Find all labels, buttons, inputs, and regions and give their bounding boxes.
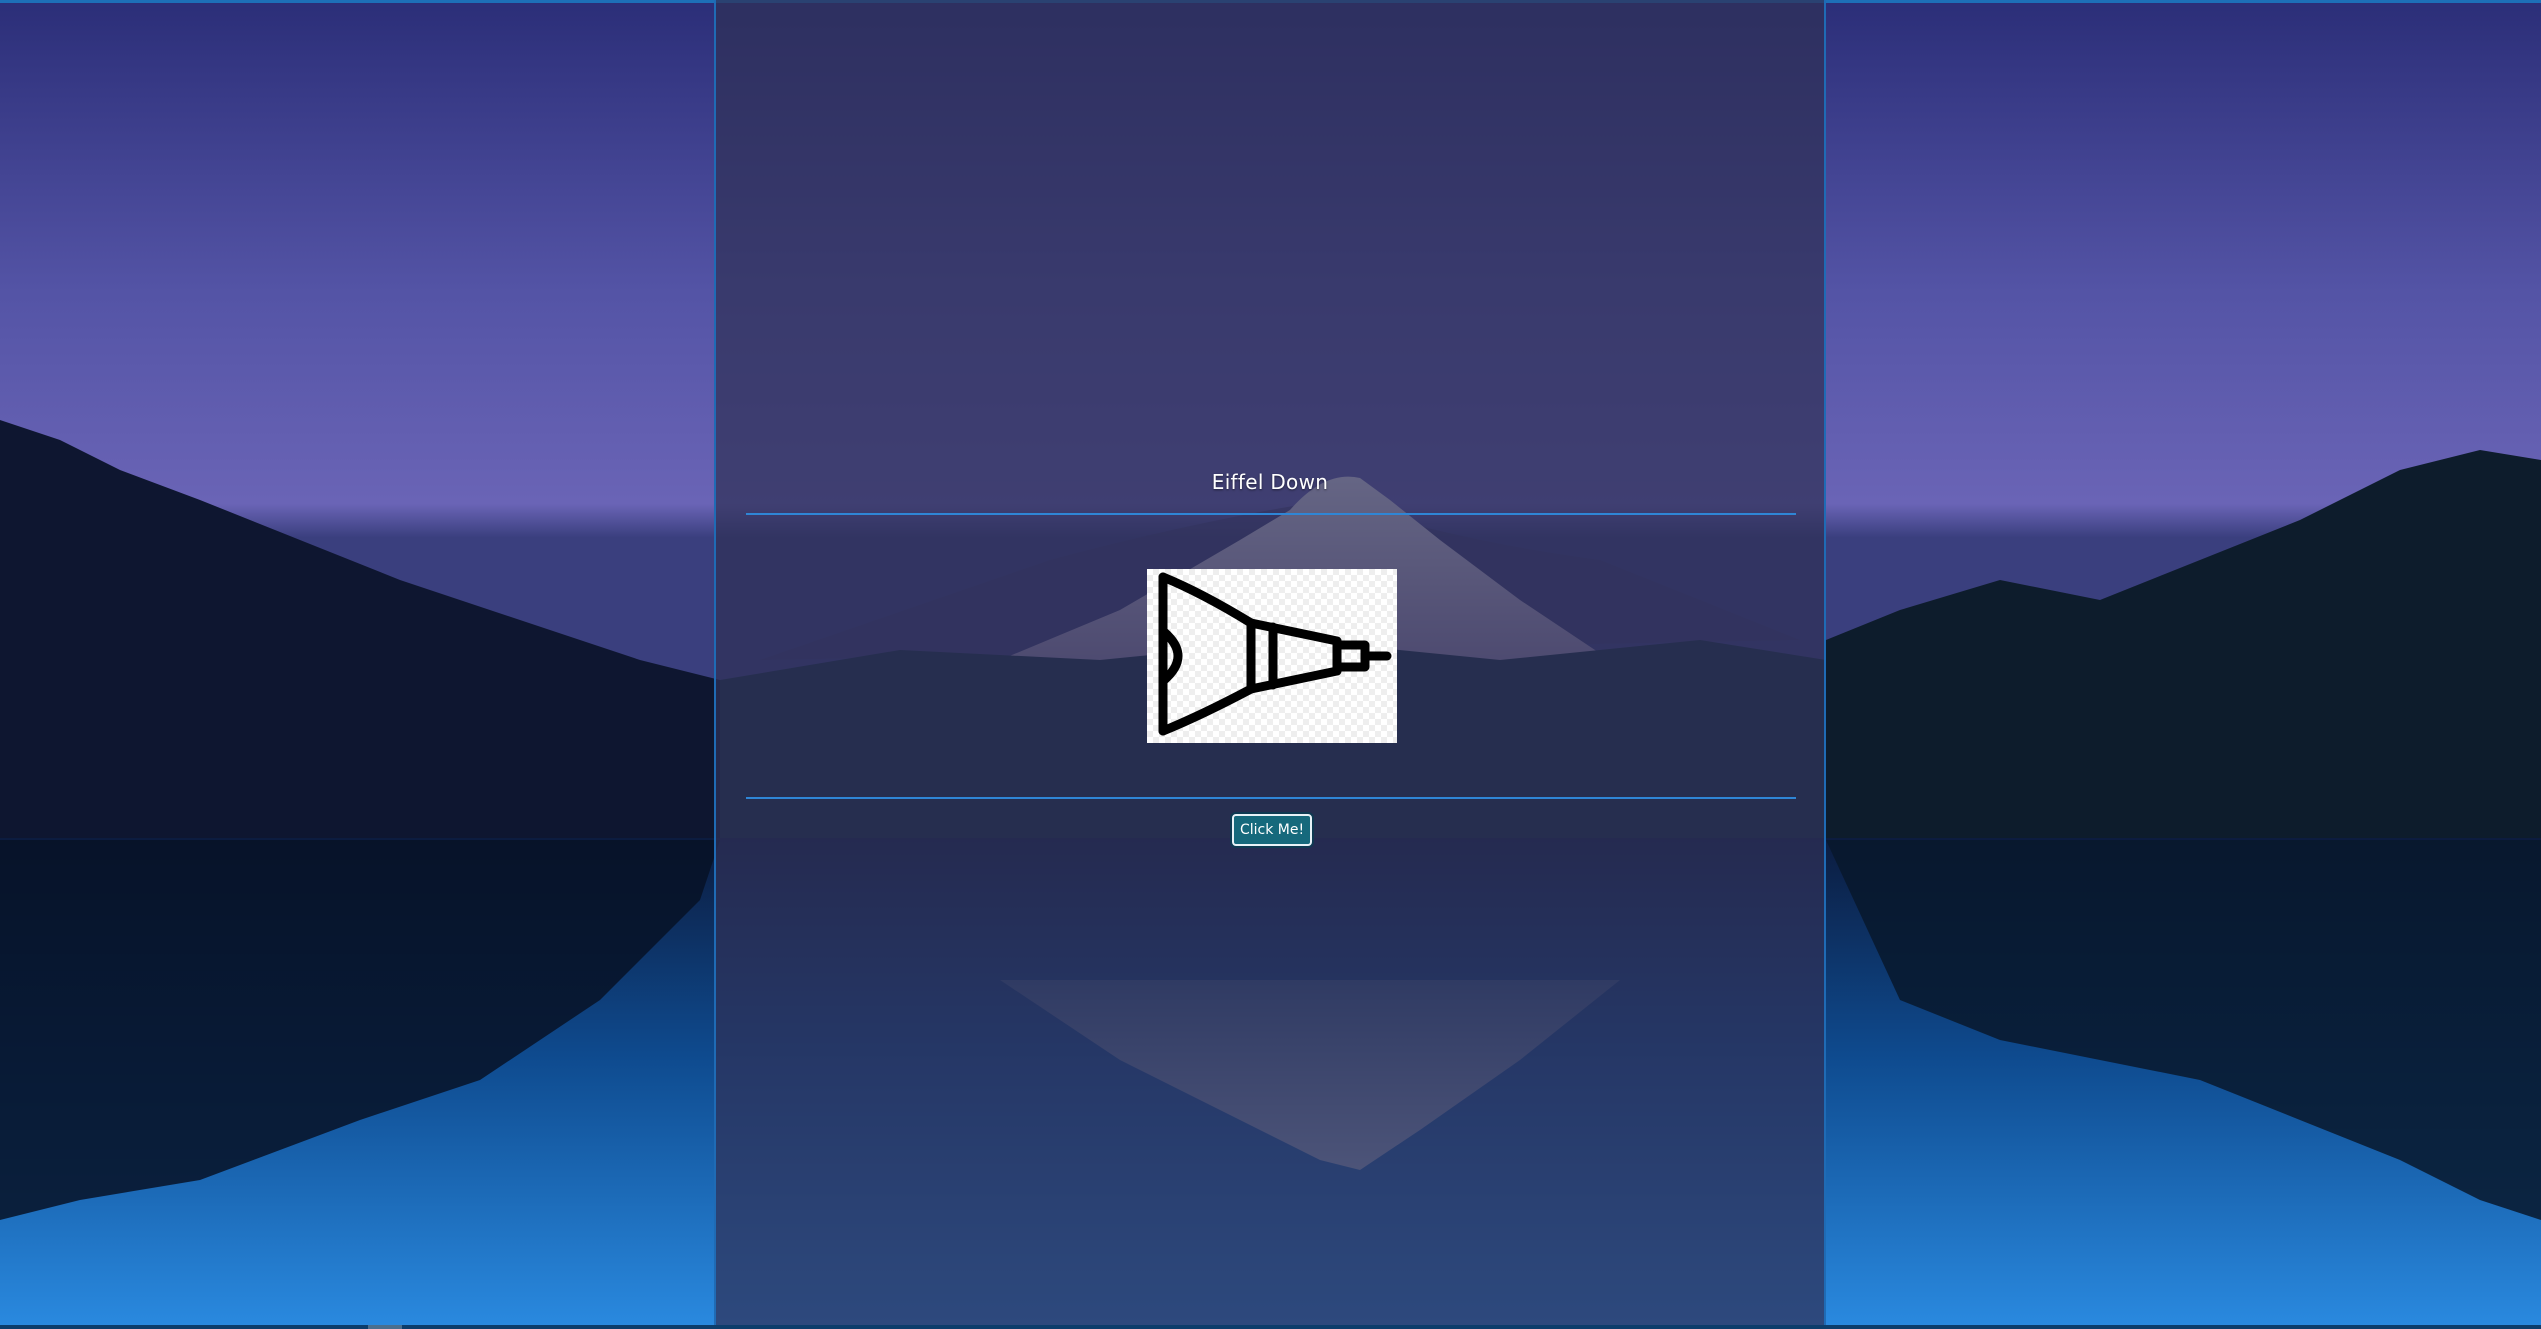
eiffel-image — [1147, 569, 1397, 743]
eiffel-tower-icon — [1158, 572, 1392, 736]
top-divider — [746, 513, 1796, 515]
bottom-line-marker — [368, 1325, 402, 1329]
page-title: Eiffel Down — [1211, 470, 1329, 494]
bottom-accent-line — [0, 1325, 2541, 1329]
content-panel: Eiffel Down Click Me! — [714, 0, 1826, 1325]
click-me-button[interactable]: Click Me! — [1232, 814, 1312, 846]
bottom-divider — [746, 797, 1796, 799]
